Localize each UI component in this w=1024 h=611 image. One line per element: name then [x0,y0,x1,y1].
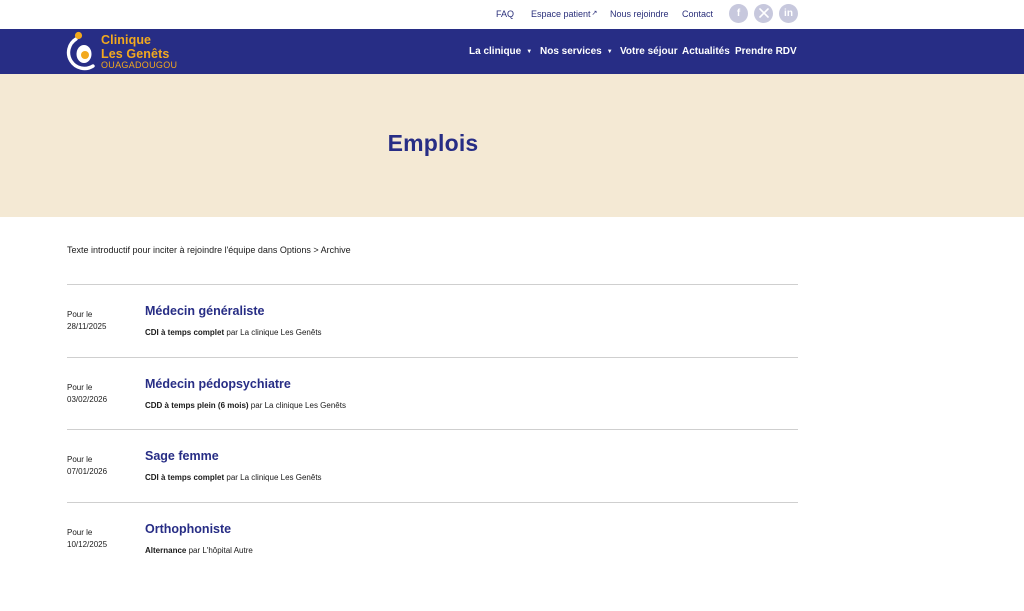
date-prefix: Pour le [67,527,93,537]
top-utility-bar: FAQ Espace patient↗ Nous rejoindre Conta… [0,0,1024,29]
page-title: Emplois [387,130,479,156]
x-logo-shape [758,8,769,18]
job-meta: Alternance par L'hôpital Autre [145,546,253,555]
page-hero: Emplois [0,74,1024,217]
date-value: 03/02/2026 [67,394,108,404]
contract-type: CDI à temps complet [145,473,225,482]
date-value: 07/01/2026 [67,467,108,476]
contact-link[interactable]: Contact [682,9,713,19]
facebook-glyph: f [736,8,741,19]
espace-patient-label: Espace patient [531,9,591,19]
intro-text: Texte introductif pour inciter à rejoind… [67,245,351,255]
caret-down-icon: ▼ [606,49,613,55]
main-navbar: Clinique Les Genêts OUAGADOUGOU La clini… [0,29,1024,74]
job-meta: CDD à temps plein (6 mois) par La cliniq… [145,401,346,410]
nav-item-votre-sejour[interactable]: Votre séjour [620,46,678,57]
facebook-icon[interactable]: f [729,4,748,23]
date-prefix: Pour le [67,310,93,319]
job-item: Pour le 07/01/2026 Sage femme CDI à temps… [67,429,798,502]
utility-links: FAQ Espace patient↗ Nous rejoindre Conta… [0,9,1024,23]
nav-item-actualites[interactable]: Actualités [682,46,730,57]
nav-item-la-clinique[interactable]: La clinique ▼ [469,46,532,57]
date-value: 10/12/2025 [67,539,108,549]
job-item: Pour le 28/11/2025 Médecin généraliste CD… [67,284,798,357]
espace-patient-link[interactable]: Espace patient↗ [531,9,597,19]
linkedin-glyph: in [784,8,793,19]
external-link-icon: ↗ [591,10,598,17]
contract-type: Alternance [145,545,187,555]
date-prefix: Pour le [67,382,93,392]
employer: par L'hôpital Autre [186,545,253,555]
job-deadline: Pour le 03/02/2026 [67,382,107,406]
job-title-link[interactable]: Orthophoniste [145,522,231,536]
job-title-link[interactable]: Sage femme [145,449,219,463]
nav-label: La clinique [469,46,522,57]
job-item: Pour le 03/02/2026 Médecin pédopsychiatre… [67,356,798,430]
nav-label: Nos services [540,46,602,57]
job-meta: CDI à temps complet par La clinique Les … [145,473,322,482]
logo-line-clinique: Clinique [101,33,152,47]
logo-line-city: OUAGADOUGOU [101,60,178,70]
job-title-link[interactable]: Médecin généraliste [145,304,265,318]
nav-item-nos-services[interactable]: Nos services ▼ [540,46,613,57]
job-meta: CDI à temps complet par La clinique Les … [145,328,322,337]
date-value: 28/11/2025 [67,322,107,331]
job-deadline: Pour le 10/12/2025 [67,527,107,551]
employer: par La clinique Les Genêts [224,473,322,482]
job-deadline: Pour le 07/01/2026 [67,454,107,478]
faq-link[interactable]: FAQ [496,9,514,19]
job-deadline: Pour le 28/11/2025 [67,309,106,333]
employer: par La clinique Les Genêts [248,400,346,410]
primary-nav: La clinique ▼ Nos services ▼ Votre séjour … [0,46,1024,60]
contract-type: CDI à temps complet [145,328,225,337]
date-prefix: Pour le [67,455,93,464]
x-twitter-icon[interactable] [754,4,773,23]
job-list: Pour le 28/11/2025 Médecin généraliste CD… [67,284,798,574]
job-title-link[interactable]: Médecin pédopsychiatre [145,377,291,391]
nous-rejoindre-link[interactable]: Nous rejoindre [610,9,669,19]
job-item: Pour le 10/12/2025 Orthophoniste Alternan… [67,501,798,575]
linkedin-icon[interactable]: in [779,4,798,23]
employer: par La clinique Les Genêts [224,328,322,337]
nav-item-prendre-rdv[interactable]: Prendre RDV [735,46,797,57]
caret-down-icon: ▼ [526,49,533,55]
contract-type: CDD à temps plein (6 mois) [145,400,249,410]
